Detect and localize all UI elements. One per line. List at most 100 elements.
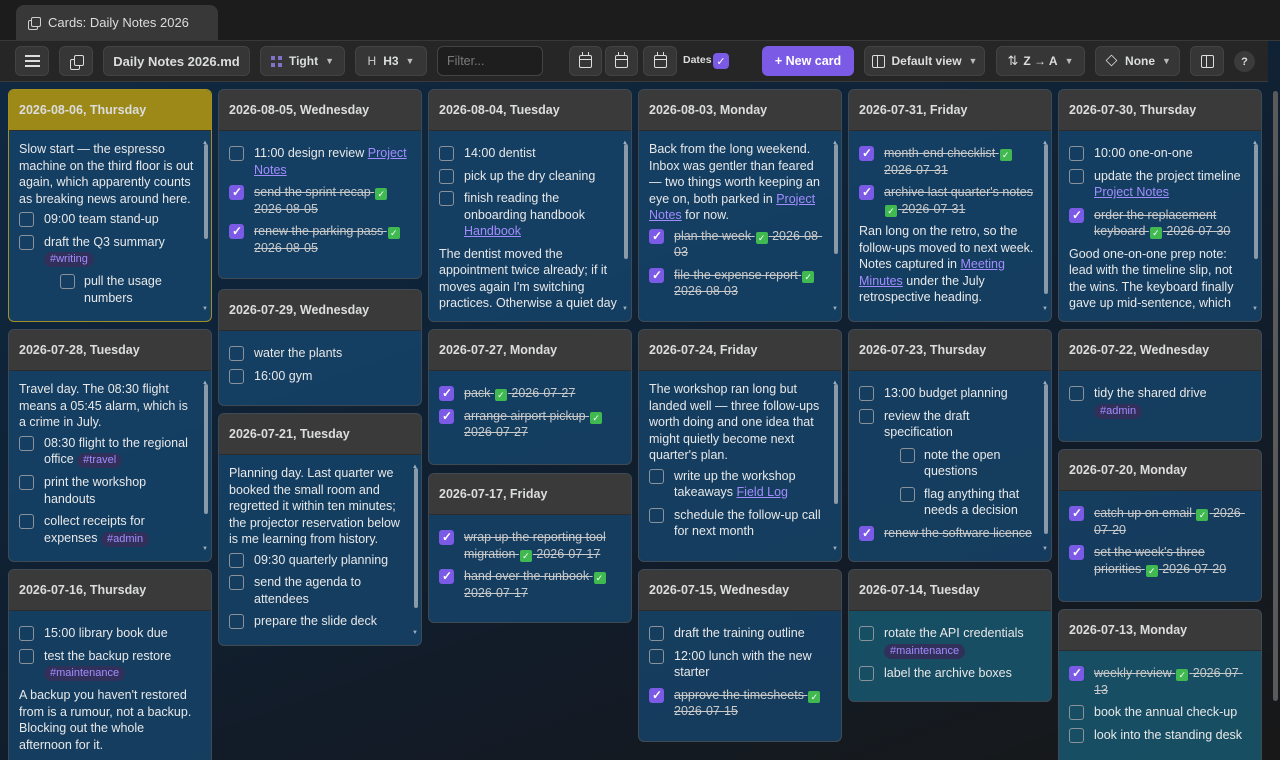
task-checkbox[interactable] [649, 687, 664, 703]
task-checkbox[interactable] [229, 552, 244, 568]
heading-level-dropdown[interactable]: H H3 ▼ [355, 46, 427, 76]
card-scrollbar[interactable] [622, 135, 628, 317]
internal-link[interactable]: Project Notes [1094, 185, 1169, 199]
card-2026-08-06[interactable]: 2026-08-06, Thursday Slow start — the es… [8, 89, 212, 322]
task-checkbox[interactable] [19, 234, 34, 250]
card-2026-07-23[interactable]: 2026-07-23, Thursday 13:00 budget planni… [848, 329, 1052, 562]
task-checkbox[interactable] [229, 614, 244, 629]
task-checkbox[interactable] [19, 475, 34, 490]
task-checkbox[interactable] [1069, 705, 1084, 720]
task-checkbox[interactable] [19, 212, 34, 227]
card-scrollbar[interactable] [1252, 135, 1258, 317]
calendar-button[interactable] [569, 46, 602, 76]
card-2026-07-31[interactable]: 2026-07-31, Friday month-end checklist ✓… [848, 89, 1052, 322]
tag[interactable]: #admin [1094, 403, 1143, 419]
task-checkbox[interactable] [19, 626, 34, 641]
card-scrollbar[interactable] [1042, 135, 1048, 317]
internal-link[interactable]: Handbook [464, 224, 521, 238]
task-checkbox[interactable] [859, 665, 874, 681]
task-checkbox[interactable] [19, 514, 34, 529]
task-checkbox[interactable] [229, 223, 244, 240]
internal-link[interactable]: Field Log [737, 485, 788, 499]
task-checkbox[interactable] [229, 346, 244, 361]
view-scrollbar[interactable] [1273, 91, 1278, 701]
task-checkbox[interactable] [859, 145, 874, 162]
task-checkbox[interactable] [859, 386, 874, 401]
card-scrollbar[interactable] [202, 375, 208, 557]
task-checkbox[interactable] [439, 408, 454, 424]
menu-button[interactable] [15, 46, 49, 76]
card-2026-07-30[interactable]: 2026-07-30, Thursday 10:00 one-on-one up… [1058, 89, 1262, 322]
help-button[interactable]: ? [1234, 51, 1255, 72]
task-checkbox[interactable] [859, 184, 874, 201]
card-2026-08-04[interactable]: 2026-08-04, Tuesday 14:00 dentist pick u… [428, 89, 632, 322]
task-checkbox[interactable] [1069, 505, 1084, 522]
task-checkbox[interactable] [439, 385, 454, 402]
task-checkbox[interactable] [439, 146, 454, 161]
task-checkbox[interactable] [439, 168, 454, 184]
task-checkbox[interactable] [60, 274, 75, 289]
card-2026-07-21[interactable]: 2026-07-21, Tuesday Planning day. Last q… [218, 413, 422, 646]
task-checkbox[interactable] [1069, 146, 1084, 161]
card-scrollbar[interactable] [202, 135, 208, 317]
tag[interactable]: #writing [44, 252, 94, 267]
task-checkbox[interactable] [1069, 168, 1084, 184]
task-checkbox[interactable] [859, 525, 874, 541]
task-checkbox[interactable] [19, 435, 34, 451]
task-checkbox[interactable] [859, 408, 874, 424]
sort-dropdown[interactable]: ⇅ Z → A ▼ [996, 46, 1085, 76]
density-dropdown[interactable]: Tight ▼ [260, 46, 345, 76]
card-scrollbar[interactable] [412, 459, 418, 641]
tag[interactable]: #maintenance [884, 643, 966, 659]
card-2026-07-22[interactable]: 2026-07-22, Wednesday tidy the shared dr… [1058, 329, 1262, 442]
source-file-button[interactable]: Daily Notes 2026.md [103, 46, 250, 76]
card-2026-07-20[interactable]: 2026-07-20, Monday catch up on email ✓ 2… [1058, 449, 1262, 602]
task-checkbox[interactable] [649, 626, 664, 641]
card-2026-07-16[interactable]: 2026-07-16, Thursday 15:00 library book … [8, 569, 212, 760]
card-2026-07-14[interactable]: 2026-07-14, Tuesday rotate the API crede… [848, 569, 1052, 702]
card-scrollbar[interactable] [832, 375, 838, 557]
task-checkbox[interactable] [649, 468, 664, 484]
tag[interactable]: #travel [77, 453, 123, 468]
task-checkbox[interactable] [1069, 544, 1084, 561]
tab-cards-daily-notes[interactable]: Cards: Daily Notes 2026 [16, 5, 218, 40]
task-checkbox[interactable] [900, 447, 915, 463]
task-checkbox[interactable] [649, 228, 664, 244]
task-checkbox[interactable] [1069, 386, 1084, 401]
task-checkbox[interactable] [900, 486, 915, 502]
view-dropdown[interactable]: Default view ▼ [864, 46, 985, 76]
task-checkbox[interactable] [439, 529, 454, 546]
card-2026-07-24[interactable]: 2026-07-24, Friday The workshop ran long… [638, 329, 842, 562]
task-checkbox[interactable] [229, 368, 244, 384]
tag[interactable]: #admin [101, 531, 150, 547]
new-card-button[interactable]: + New card [762, 46, 854, 76]
task-checkbox[interactable] [649, 648, 664, 664]
task-checkbox[interactable] [1069, 207, 1084, 223]
card-scrollbar[interactable] [1042, 375, 1048, 557]
task-checkbox[interactable] [649, 507, 664, 523]
card-2026-07-13[interactable]: 2026-07-13, Monday weekly review ✓ 2026-… [1058, 609, 1262, 760]
task-checkbox[interactable] [649, 267, 664, 283]
tag[interactable]: #maintenance [44, 666, 126, 681]
filter-input[interactable] [437, 46, 543, 76]
card-2026-07-29[interactable]: 2026-07-29, Wednesday water the plants 1… [218, 289, 422, 406]
task-checkbox[interactable] [859, 626, 874, 641]
task-checkbox[interactable] [439, 191, 454, 206]
task-checkbox[interactable] [439, 568, 454, 585]
card-2026-08-03[interactable]: 2026-08-03, Monday Back from the long we… [638, 89, 842, 322]
card-2026-07-28[interactable]: 2026-07-28, Tuesday Travel day. The 08:3… [8, 329, 212, 562]
layout-settings-button[interactable] [1190, 46, 1224, 76]
copy-button[interactable] [59, 46, 93, 76]
calendar-sort-button[interactable] [605, 46, 638, 76]
calendar-refresh-button[interactable] [643, 46, 677, 76]
card-2026-08-05[interactable]: 2026-08-05, Wednesday 11:00 design revie… [218, 89, 422, 279]
dates-checkbox[interactable]: ✓ [713, 53, 729, 69]
card-scrollbar[interactable] [832, 135, 838, 317]
task-checkbox[interactable] [229, 575, 244, 590]
task-checkbox[interactable] [1069, 727, 1084, 743]
card-2026-07-27[interactable]: 2026-07-27, Monday pack ✓ 2026-07-27 arr… [428, 329, 632, 465]
card-2026-07-15[interactable]: 2026-07-15, Wednesday draft the training… [638, 569, 842, 742]
task-checkbox[interactable] [229, 146, 244, 161]
card-2026-07-17[interactable]: 2026-07-17, Friday wrap up the reporting… [428, 473, 632, 623]
task-checkbox[interactable] [1069, 665, 1084, 682]
